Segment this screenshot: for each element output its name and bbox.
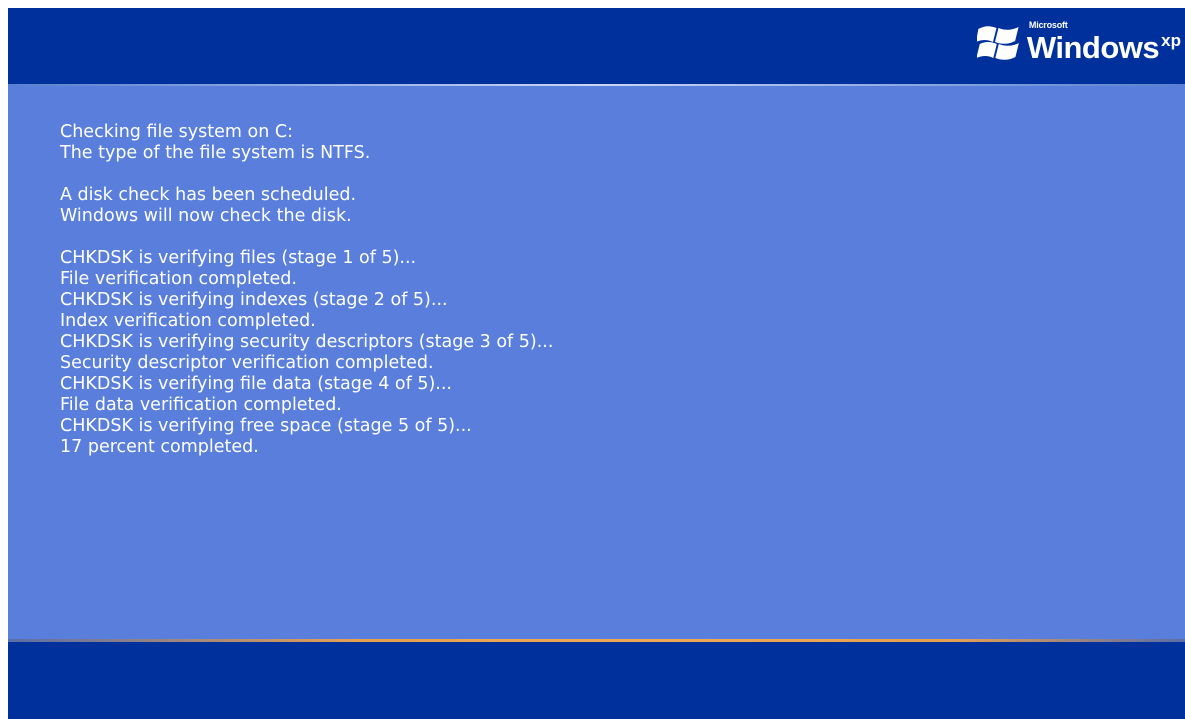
- console-line: Checking file system on C:: [60, 122, 293, 142]
- logo-wordmark: Microsoft Windows xp: [1027, 20, 1181, 66]
- top-banner: Microsoft Windows xp: [8, 8, 1185, 84]
- chkdsk-boot-screen: Microsoft Windows xp Checking file syste…: [8, 8, 1185, 719]
- console-area: Checking file system on C: The type of t…: [8, 86, 1185, 639]
- console-line: CHKDSK is verifying files (stage 1 of 5)…: [60, 248, 417, 268]
- bottom-banner: [8, 642, 1185, 719]
- windows-flag-icon: [976, 26, 1019, 60]
- progress-line: 17 percent completed.: [60, 437, 259, 457]
- console-line: Windows will now check the disk.: [60, 206, 352, 226]
- console-line: CHKDSK is verifying file data (stage 4 o…: [60, 374, 452, 394]
- console-line: Index verification completed.: [60, 311, 316, 331]
- console-line: CHKDSK is verifying security descriptors…: [60, 332, 554, 352]
- windows-xp-logo: Microsoft Windows xp: [976, 18, 1181, 68]
- console-line: The type of the file system is NTFS.: [60, 143, 371, 163]
- xp-label: xp: [1161, 31, 1181, 50]
- page-frame: Microsoft Windows xp Checking file syste…: [0, 0, 1185, 719]
- console-line: CHKDSK is verifying indexes (stage 2 of …: [60, 290, 448, 310]
- microsoft-label: Microsoft: [1028, 20, 1068, 30]
- console-line: File data verification completed.: [60, 395, 342, 415]
- console-line: Security descriptor verification complet…: [60, 353, 434, 373]
- console-line: A disk check has been scheduled.: [60, 185, 357, 205]
- console-output: Checking file system on C: The type of t…: [60, 122, 553, 458]
- console-line: CHKDSK is verifying free space (stage 5 …: [60, 416, 472, 436]
- windows-label: Windows: [1026, 30, 1160, 65]
- console-line: File verification completed.: [60, 269, 297, 289]
